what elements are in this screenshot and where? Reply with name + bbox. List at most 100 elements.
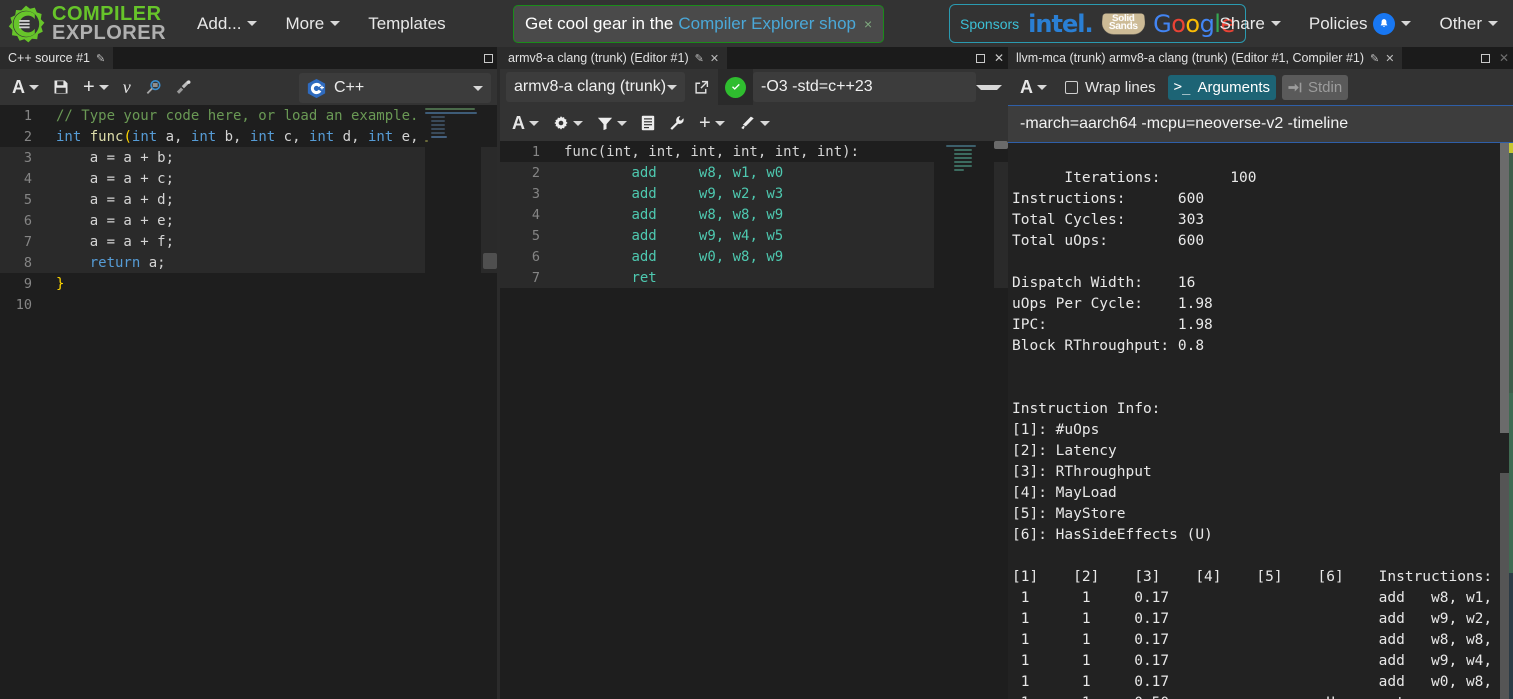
code-line[interactable]: 6 add w0, w8, w9 (500, 246, 1008, 267)
code-line[interactable]: 2 add w8, w1, w0 (500, 162, 1008, 183)
assembly-scroll-thumb[interactable] (994, 141, 1008, 149)
source-code-lines[interactable]: 1// Type your code here, or load an exam… (0, 105, 497, 315)
nav-more[interactable]: More (274, 8, 351, 40)
solid-sands-logo-icon[interactable]: Solid Sands (1100, 13, 1145, 35)
nav-policies[interactable]: Policies (1298, 7, 1423, 41)
source-minimap[interactable] (425, 105, 481, 699)
shop-banner-link[interactable]: Compiler Explorer shop (678, 14, 856, 34)
nav-add-label: Add... (197, 13, 242, 33)
chevron-down-icon (759, 120, 770, 126)
nav-other-label: Other (1439, 13, 1482, 33)
compiler-toolbar: A + (500, 105, 1008, 141)
font-size-icon[interactable]: A (506, 109, 545, 138)
maximize-icon[interactable] (484, 53, 493, 63)
check-glyph (731, 83, 740, 90)
compiler-selector[interactable]: armv8-a clang (trunk) (506, 72, 685, 102)
stdin-tab[interactable]: Stdin (1282, 74, 1349, 100)
code-line[interactable]: 10 (0, 294, 497, 315)
format-icon[interactable] (170, 75, 199, 100)
add-icon[interactable]: + (77, 72, 115, 103)
code-line[interactable]: 6 a = a + e; (0, 210, 497, 231)
source-vertical-scrollbar[interactable] (483, 105, 497, 699)
line-number: 7 (23, 233, 32, 250)
mca-args-row (1008, 105, 1513, 143)
code-line[interactable]: 1// Type your code here, or load an exam… (0, 105, 497, 126)
source-editor[interactable]: 1// Type your code here, or load an exam… (0, 105, 497, 699)
search-icon[interactable] (139, 75, 168, 100)
code-line[interactable]: 7 a = a + f; (0, 231, 497, 252)
close-icon[interactable]: ✕ (1499, 51, 1509, 65)
font-size-icon[interactable]: A (1014, 73, 1053, 102)
code-line[interactable]: 2 int func(int a, int b, int c, int d, in… (0, 126, 497, 147)
tab-compiler[interactable]: armv8-a clang (trunk) (Editor #1) ✎ ✕ (500, 47, 728, 69)
code-line[interactable]: 3 add w9, w2, w3 (500, 183, 1008, 204)
close-icon[interactable]: ✕ (1385, 52, 1394, 65)
close-icon[interactable]: × (864, 16, 872, 32)
assembly-vertical-scrollbar[interactable] (994, 141, 1008, 699)
chevron-down-icon (1037, 84, 1047, 90)
code-line[interactable]: 5 a = a + d; (0, 189, 497, 210)
overrides-icon[interactable] (733, 111, 776, 135)
mca-pane-header: llvm-mca (trunk) armv8-a clang (trunk) (… (1008, 47, 1513, 69)
shop-banner[interactable]: Get cool gear in the Compiler Explorer s… (513, 5, 885, 43)
code-line[interactable]: 9} (0, 273, 497, 294)
wrap-lines-checkbox[interactable]: Wrap lines (1059, 75, 1162, 100)
sponsors-box[interactable]: Sponsors intel. Solid Sands Google (949, 4, 1246, 43)
compiler-options-input[interactable] (753, 72, 976, 102)
chevron-down-icon (573, 120, 583, 126)
nav-templates[interactable]: Templates (357, 8, 456, 40)
add-tool-icon[interactable]: + (693, 108, 731, 139)
bell-icon[interactable] (1373, 12, 1396, 35)
code-line[interactable]: 5 add w9, w4, w5 (500, 225, 1008, 246)
open-compiler-link-icon[interactable] (685, 75, 718, 100)
nav-other[interactable]: Other (1428, 8, 1509, 40)
source-scroll-thumb[interactable] (483, 253, 497, 269)
chevron-down-icon[interactable] (976, 84, 1002, 90)
libraries-icon[interactable] (635, 111, 661, 135)
pencil-icon[interactable]: ✎ (1370, 52, 1379, 65)
checkbox-icon[interactable] (1065, 80, 1078, 94)
code-line[interactable]: 7 ret (500, 267, 1008, 288)
close-icon[interactable]: ✕ (710, 52, 719, 65)
mca-window-controls: ✕ (1480, 47, 1509, 69)
pencil-icon[interactable]: ✎ (695, 52, 704, 65)
save-icon[interactable] (47, 75, 75, 99)
code-line[interactable]: 3 a = a + b; (0, 147, 497, 168)
nav-add[interactable]: Add... (186, 8, 268, 40)
code-line[interactable]: 4 add w8, w8, w9 (500, 204, 1008, 225)
close-icon[interactable]: ✕ (994, 51, 1004, 65)
language-selector[interactable]: C++ (299, 73, 491, 103)
maximize-icon[interactable] (975, 53, 985, 63)
font-size-glyph: A (512, 112, 525, 133)
mca-arguments-input[interactable] (1008, 105, 1513, 143)
chevron-down-icon (667, 84, 677, 90)
wrench-icon[interactable] (663, 111, 691, 135)
arguments-tab[interactable]: >_ Arguments (1167, 74, 1276, 100)
wrench-glyph (670, 116, 684, 130)
filter-icon[interactable] (591, 112, 633, 135)
line-number: 6 (23, 212, 32, 229)
assembly-output[interactable]: 1 func(int, int, int, int, int, int): 2 ad… (500, 141, 1008, 699)
mca-output[interactable]: Iterations: 100 Instructions: 600 Total … (1008, 143, 1513, 699)
compiler-selector-value: armv8-a clang (trunk) (514, 78, 667, 95)
gear-icon[interactable] (547, 111, 589, 135)
font-size-icon[interactable]: A (6, 73, 45, 102)
code-line[interactable]: 1 func(int, int, int, int, int, int): (500, 141, 1008, 162)
line-number: 4 (531, 206, 540, 223)
code-line[interactable]: 8 return a; (0, 252, 497, 273)
code-line[interactable]: 4 a = a + c; (0, 168, 497, 189)
wrap-lines-label: Wrap lines (1085, 78, 1156, 96)
assembly-minimap[interactable] (934, 141, 994, 699)
format-glyph (176, 79, 191, 94)
assembly-code-lines[interactable]: 1 func(int, int, int, int, int, int): 2 ad… (500, 141, 1008, 288)
brand-logo-group[interactable]: COMPILER EXPLORER (6, 4, 166, 44)
tab-cpp-source[interactable]: C++ source #1 ✎ (0, 47, 114, 69)
pencil-icon[interactable]: ✎ (96, 52, 105, 65)
language-selector-value: C++ (334, 79, 365, 96)
nav-share[interactable]: Share (1209, 8, 1292, 40)
intel-logo-icon[interactable]: intel. (1028, 10, 1093, 38)
maximize-icon[interactable] (1480, 53, 1490, 63)
tab-llvm-mca[interactable]: llvm-mca (trunk) armv8-a clang (trunk) (… (1008, 47, 1403, 69)
mca-overview-ruler (1509, 143, 1513, 699)
vim-icon[interactable]: v (117, 73, 137, 102)
